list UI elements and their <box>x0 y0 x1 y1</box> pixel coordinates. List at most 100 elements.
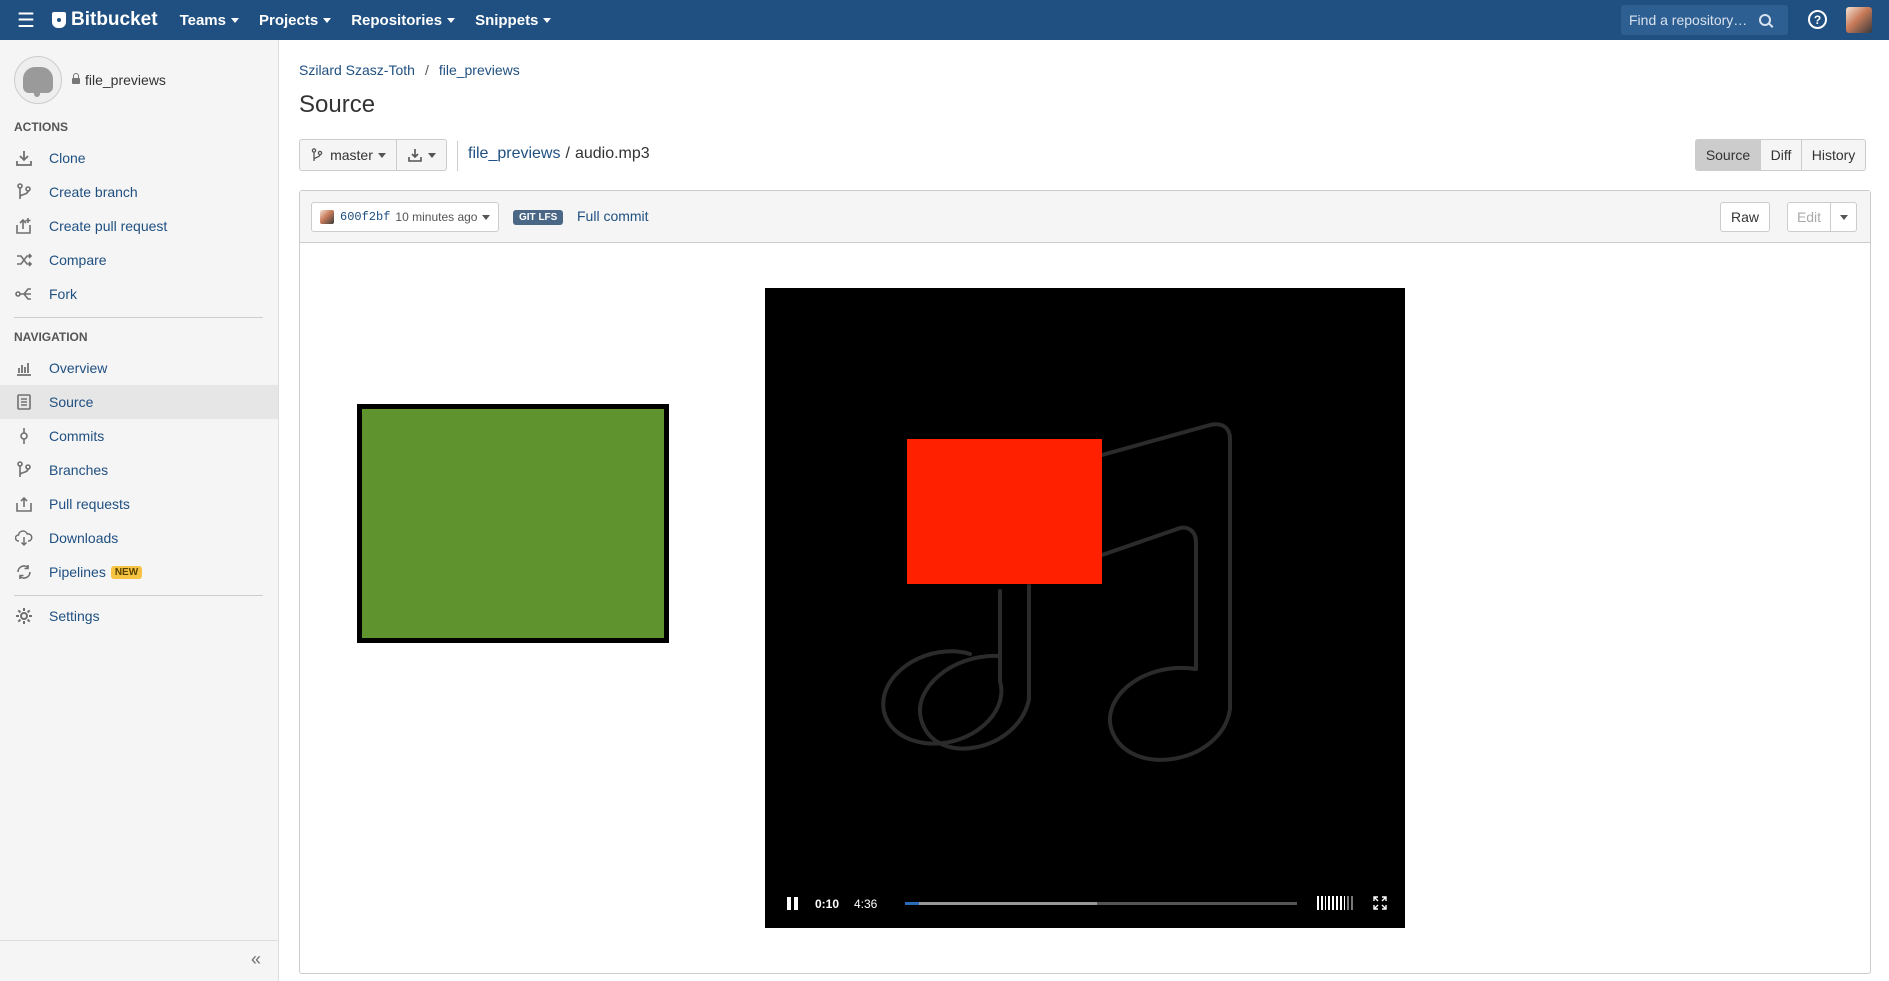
raw-button[interactable]: Raw <box>1720 202 1770 232</box>
search-input[interactable] <box>1629 12 1759 28</box>
breadcrumb-repo[interactable]: file_previews <box>439 62 520 78</box>
chevron-down-icon <box>231 17 239 23</box>
sidebar: file_previews ACTIONS Clone Create branc… <box>0 40 279 981</box>
chevron-down-icon <box>377 152 386 158</box>
downloads-icon <box>14 528 34 548</box>
sidebar-item-source[interactable]: Source <box>0 385 278 419</box>
red-rectangle <box>907 439 1102 584</box>
volume-bar <box>1351 896 1353 910</box>
sidebar-item-label: Source <box>49 394 94 410</box>
hamburger-menu-icon[interactable]: ☰ <box>0 0 52 40</box>
collapse-sidebar-icon[interactable]: « <box>251 949 261 970</box>
volume-bar <box>1343 896 1346 910</box>
sidebar-item-create-branch[interactable]: Create branch <box>0 175 278 209</box>
breadcrumb-owner[interactable]: Szilard Szasz-Toth <box>299 62 415 78</box>
branch-name: master <box>330 147 373 163</box>
tab-source[interactable]: Source <box>1695 139 1761 171</box>
commit-hash: 600f2bf <box>340 210 391 224</box>
music-note-icon <box>881 422 1232 762</box>
path-repo-link[interactable]: file_previews <box>468 145 560 163</box>
volume-bar <box>1335 896 1338 910</box>
sidebar-item-fork[interactable]: Fork <box>0 277 278 311</box>
commit-time: 10 minutes ago <box>395 210 478 224</box>
sidebar-item-label: Create pull request <box>49 218 168 234</box>
audio-player[interactable]: 0:10 4:36 <box>765 288 1405 928</box>
sidebar-item-label: Downloads <box>49 530 119 546</box>
repo-header[interactable]: file_previews <box>14 56 166 104</box>
sidebar-item-label: Overview <box>49 360 108 376</box>
branch-selector[interactable]: master <box>299 139 397 171</box>
volume-bar <box>1328 896 1331 910</box>
sidebar-item-label: Settings <box>49 608 100 624</box>
sidebar-footer: « <box>0 940 278 981</box>
gear-icon <box>14 606 34 626</box>
sidebar-item-branches[interactable]: Branches <box>0 453 278 487</box>
overview-icon <box>14 358 34 378</box>
pipelines-icon <box>14 562 34 582</box>
sidebar-item-create-pull-request[interactable]: Create pull request <box>0 209 278 243</box>
edit-options-dropdown[interactable] <box>1831 202 1857 232</box>
edit-button[interactable]: Edit <box>1787 202 1831 232</box>
branches-icon <box>14 460 34 480</box>
path-file-name: audio.mp3 <box>574 145 650 162</box>
sidebar-item-clone[interactable]: Clone <box>0 141 278 175</box>
volume-slider[interactable] <box>1317 896 1353 910</box>
tab-history[interactable]: History <box>1802 139 1866 171</box>
file-path: file_previews / audio.mp3 <box>468 145 650 163</box>
download-dropdown[interactable] <box>397 139 447 171</box>
bitbucket-logo[interactable]: Bitbucket <box>52 9 158 31</box>
sidebar-item-settings[interactable]: Settings <box>0 599 278 633</box>
repo-name-label: file_previews <box>85 72 166 88</box>
nav-teams-dropdown[interactable]: Teams <box>180 12 239 29</box>
sidebar-item-compare[interactable]: Compare <box>0 243 278 277</box>
breadcrumb: Szilard Szasz-Toth / file_previews <box>299 62 520 78</box>
nav-repositories-label: Repositories <box>351 11 443 29</box>
chevron-down-icon <box>1839 214 1848 220</box>
nav-repositories-dropdown[interactable]: Repositories <box>351 11 456 29</box>
sidebar-item-pull-requests[interactable]: Pull requests <box>0 487 278 521</box>
fork-icon <box>14 284 34 304</box>
pause-icon[interactable] <box>787 897 799 910</box>
duration: 4:36 <box>854 897 878 911</box>
branch-icon <box>311 148 323 161</box>
help-icon[interactable]: ? <box>1808 10 1827 29</box>
sidebar-item-label: Branches <box>49 462 109 478</box>
user-avatar[interactable] <box>1846 7 1872 33</box>
sidebar-item-commits[interactable]: Commits <box>0 419 278 453</box>
sidebar-item-label: Compare <box>49 252 107 268</box>
git-lfs-badge: GIT LFS <box>513 210 564 225</box>
played-progress <box>905 902 920 905</box>
sidebar-item-label: Fork <box>49 286 77 302</box>
repository-search[interactable] <box>1621 5 1788 35</box>
toolbar-divider <box>457 141 458 171</box>
nav-teams-label: Teams <box>179 11 226 29</box>
source-icon <box>14 392 34 412</box>
view-mode-tabs: Source Diff History <box>1695 139 1866 171</box>
volume-bar <box>1339 896 1342 910</box>
player-controls: 0:10 4:36 <box>765 888 1405 918</box>
commit-selector[interactable]: 600f2bf 10 minutes ago <box>311 202 500 232</box>
nav-projects-dropdown[interactable]: Projects <box>259 11 332 29</box>
sidebar-item-label: Clone <box>49 150 86 166</box>
sidebar-item-pipelines[interactable]: Pipelines NEW <box>0 555 278 589</box>
brand-name: Bitbucket <box>71 9 158 30</box>
nav-projects-label: Projects <box>259 11 319 29</box>
nav-snippets-dropdown[interactable]: Snippets <box>475 12 552 29</box>
repo-avatar[interactable] <box>14 56 62 104</box>
fullscreen-icon[interactable] <box>1373 896 1387 910</box>
search-icon[interactable] <box>1759 14 1771 26</box>
branch-toolbar: master <box>299 139 447 171</box>
pull-requests-icon <box>14 494 34 514</box>
breadcrumb-separator: / <box>424 62 429 78</box>
sidebar-item-downloads[interactable]: Downloads <box>0 521 278 555</box>
new-badge: NEW <box>110 565 143 579</box>
full-commit-link[interactable]: Full commit <box>577 208 649 224</box>
actions-section-title: ACTIONS <box>14 120 68 134</box>
repo-title[interactable]: file_previews <box>72 72 166 88</box>
seek-bar[interactable] <box>905 902 1297 905</box>
divider <box>14 595 263 596</box>
sidebar-item-overview[interactable]: Overview <box>0 351 278 385</box>
volume-bar <box>1317 896 1319 910</box>
tab-diff[interactable]: Diff <box>1761 139 1802 171</box>
committer-avatar <box>320 210 334 224</box>
